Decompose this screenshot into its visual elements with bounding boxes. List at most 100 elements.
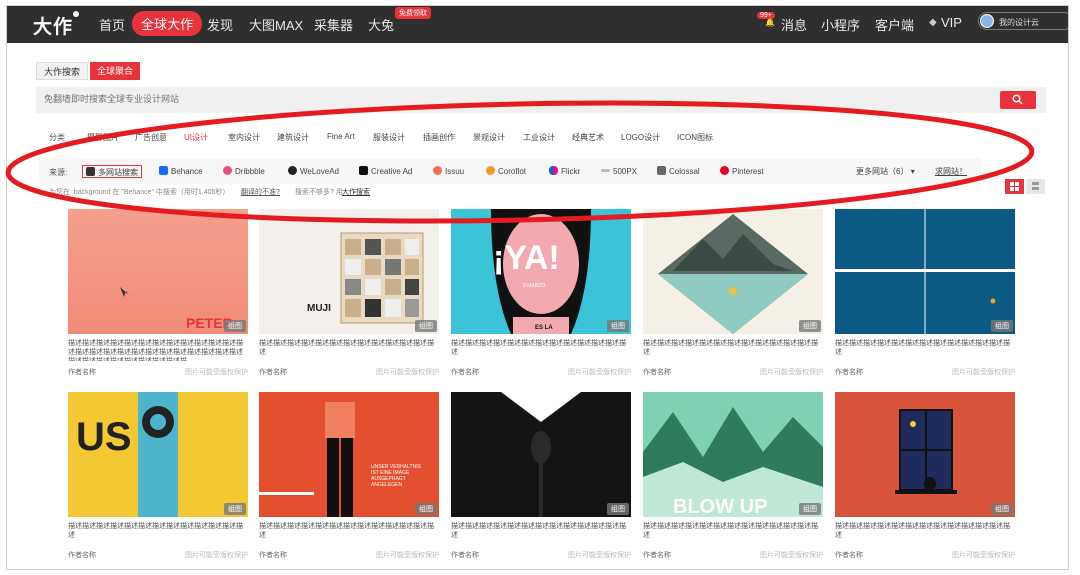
result-thumbnail[interactable]: BLOW UP 组图	[643, 392, 823, 517]
result-card[interactable]: 组图 描述描述描述描述描述描述描述描述描述描述描述描述描述 作者名称 图片可能受版…	[643, 209, 823, 377]
source-flickr[interactable]: Flickr	[549, 165, 580, 178]
category-ad[interactable]: 广告创意	[135, 132, 167, 143]
search-input[interactable]	[44, 94, 644, 104]
author-name[interactable]: 作者名称	[643, 552, 671, 559]
result-card[interactable]: 组图 描述描述描述描述描述描述描述描述描述描述描述描述描述 作者名称 图片可能受版…	[835, 209, 1015, 377]
tab-dazuo-search[interactable]: 大作搜索	[36, 62, 89, 80]
category-fineart[interactable]: Fine Art	[327, 132, 355, 141]
result-card[interactable]: PETER 组图 描述描述描述描述描述描述描述描述描述描述描述描述描述描述描述描…	[68, 209, 248, 377]
result-description: 描述描述描述描述描述描述描述描述描述描述描述描述描述	[835, 340, 1010, 356]
author-name[interactable]: 作者名称	[451, 552, 479, 559]
result-description: 描述描述描述描述描述描述描述描述描述描述描述描述描述	[835, 523, 1010, 539]
author-name[interactable]: 作者名称	[259, 369, 287, 376]
result-description: 描述描述描述描述描述描述描述描述描述描述描述描述描述	[643, 523, 818, 539]
result-card[interactable]: 组图 描述描述描述描述描述描述描述描述描述描述描述描述描述 作者名称 图片可能受版…	[451, 392, 631, 560]
result-thumbnail[interactable]: 组图	[835, 392, 1015, 517]
author-name[interactable]: 作者名称	[68, 369, 96, 376]
nav-datu[interactable]: 大兔	[368, 15, 394, 34]
artwork-caption: UNSER VERHALTNIS IST EINE IMAGE AUSGEPRA…	[371, 464, 421, 488]
copyright-note: 图片可能受版权保护	[376, 369, 439, 376]
logo[interactable]: 大作	[33, 12, 73, 39]
author-name[interactable]: 作者名称	[835, 369, 863, 376]
category-icon[interactable]: ICON图标	[677, 132, 713, 143]
result-card[interactable]: 组图 描述描述描述描述描述描述描述描述描述描述描述描述描述 作者名称 图片可能受版…	[835, 392, 1015, 560]
grid-view-button[interactable]	[1005, 179, 1024, 194]
artwork-title: MUJI	[307, 303, 331, 314]
result-description: 描述描述描述描述描述描述描述描述描述描述描述描述描述	[259, 340, 434, 356]
result-card[interactable]: US 组图 描述描述描述描述描述描述描述描述描述描述描述描述描述 作者名称 图片可…	[68, 392, 248, 560]
issuu-icon	[433, 166, 442, 175]
result-thumbnail[interactable]: 组图	[451, 392, 631, 517]
nav-bigmax[interactable]: 大图MAX	[249, 15, 303, 34]
nav-collector[interactable]: 采集器	[314, 15, 353, 34]
nav-vip[interactable]: VIP	[941, 15, 962, 30]
flickr-icon	[549, 166, 558, 175]
source-creativead[interactable]: Creative Ad	[359, 165, 412, 178]
more-sites-dropdown[interactable]: 更多网站（6） ▾	[856, 165, 915, 178]
nav-client[interactable]: 客户端	[875, 15, 914, 34]
list-view-button[interactable]	[1026, 179, 1045, 194]
result-card[interactable]: ¡YA! 8 MARZO ES LA 组图 描述描述描述描述描述描述描述描述描述…	[451, 209, 631, 377]
category-fashion[interactable]: 服装设计	[373, 132, 405, 143]
source-multi[interactable]: 多网站搜索	[82, 165, 142, 178]
new-badge: 免费领取	[395, 7, 431, 19]
source-500px[interactable]: 500PX	[601, 165, 637, 178]
group-badge: 组图	[224, 503, 246, 515]
app-window: 大作 首页 全球大作 发现 大图MAX 采集器 大兔 免费领取 99+ 🔔 消息…	[6, 5, 1069, 570]
nav-home[interactable]: 首页	[99, 15, 125, 34]
top-nav: 大作 首页 全球大作 发现 大图MAX 采集器 大兔 免费领取 99+ 🔔 消息…	[7, 6, 1068, 43]
author-name[interactable]: 作者名称	[259, 552, 287, 559]
search-button[interactable]	[1000, 91, 1036, 109]
translation-feedback-link[interactable]: 翻译的不准?	[241, 187, 280, 197]
result-thumbnail[interactable]: MUJI 组图	[259, 209, 439, 334]
nav-messages[interactable]: 消息	[781, 15, 807, 34]
source-dribbble[interactable]: Dribbble	[223, 165, 265, 178]
source-coroflot[interactable]: Coroflot	[486, 165, 526, 178]
copyright-note: 图片可能受版权保护	[376, 552, 439, 559]
category-classic[interactable]: 经典艺术	[572, 132, 604, 143]
result-card[interactable]: MUJI 组图 描述描述描述描述描述描述描述描述描述描述描述描述描述 作者名称 图…	[259, 209, 439, 377]
source-pinterest[interactable]: Pinterest	[720, 165, 764, 178]
nav-global[interactable]: 全球大作	[132, 11, 203, 36]
result-thumbnail[interactable]: 组图	[643, 209, 823, 334]
source-weloveAd[interactable]: WeLoveAd	[288, 165, 339, 178]
result-thumbnail[interactable]: UNSER VERHALTNIS IST EINE IMAGE AUSGEPRA…	[259, 392, 439, 517]
request-site-link[interactable]: 求网站！	[935, 165, 967, 178]
user-name[interactable]: 我的设计云	[999, 17, 1039, 28]
group-badge: 组图	[991, 320, 1013, 332]
author-name[interactable]: 作者名称	[643, 369, 671, 376]
tab-global-aggregate[interactable]: 全球聚合	[90, 62, 141, 80]
category-interior[interactable]: 室内设计	[228, 132, 260, 143]
list-icon	[1032, 182, 1039, 190]
category-landscape[interactable]: 景观设计	[473, 132, 505, 143]
source-behance[interactable]: Behance	[159, 165, 203, 178]
bell-icon[interactable]: 🔔	[765, 18, 775, 27]
category-illustration[interactable]: 插画创作	[423, 132, 455, 143]
result-card[interactable]: BLOW UP 组图 描述描述描述描述描述描述描述描述描述描述描述描述描述 作者…	[643, 392, 823, 560]
category-industrial[interactable]: 工业设计	[523, 132, 555, 143]
result-description: 描述描述描述描述描述描述描述描述描述描述描述描述描述	[451, 523, 626, 539]
dazuo-search-link[interactable]: 大作搜索	[342, 187, 370, 197]
source-issuu[interactable]: Issuu	[433, 165, 464, 178]
nav-discover[interactable]: 发现	[207, 15, 233, 34]
result-thumbnail[interactable]: ¡YA! 8 MARZO ES LA 组图	[451, 209, 631, 334]
result-thumbnail[interactable]: PETER 组图	[68, 209, 248, 334]
author-name[interactable]: 作者名称	[68, 552, 96, 559]
result-thumbnail[interactable]: US 组图	[68, 392, 248, 517]
nav-miniprogram[interactable]: 小程序	[821, 15, 860, 34]
search-bar	[36, 87, 1046, 113]
result-description: 描述描述描述描述描述描述描述描述描述描述描述描述描述	[451, 340, 626, 356]
category-logo[interactable]: LOGO设计	[621, 132, 660, 143]
author-name[interactable]: 作者名称	[451, 369, 479, 376]
category-ui[interactable]: UI设计	[184, 132, 208, 143]
category-photo[interactable]: 摄影图片	[87, 132, 119, 143]
source-colossal[interactable]: Colossal	[657, 165, 700, 178]
result-card[interactable]: UNSER VERHALTNIS IST EINE IMAGE AUSGEPRA…	[259, 392, 439, 560]
category-architecture[interactable]: 建筑设计	[277, 132, 309, 143]
chevron-down-icon: ▾	[910, 167, 915, 176]
artwork-shelf	[340, 232, 424, 324]
result-thumbnail[interactable]: 组图	[835, 209, 1015, 334]
author-name[interactable]: 作者名称	[835, 552, 863, 559]
avatar[interactable]	[980, 14, 994, 28]
copyright-note: 图片可能受版权保护	[760, 552, 823, 559]
